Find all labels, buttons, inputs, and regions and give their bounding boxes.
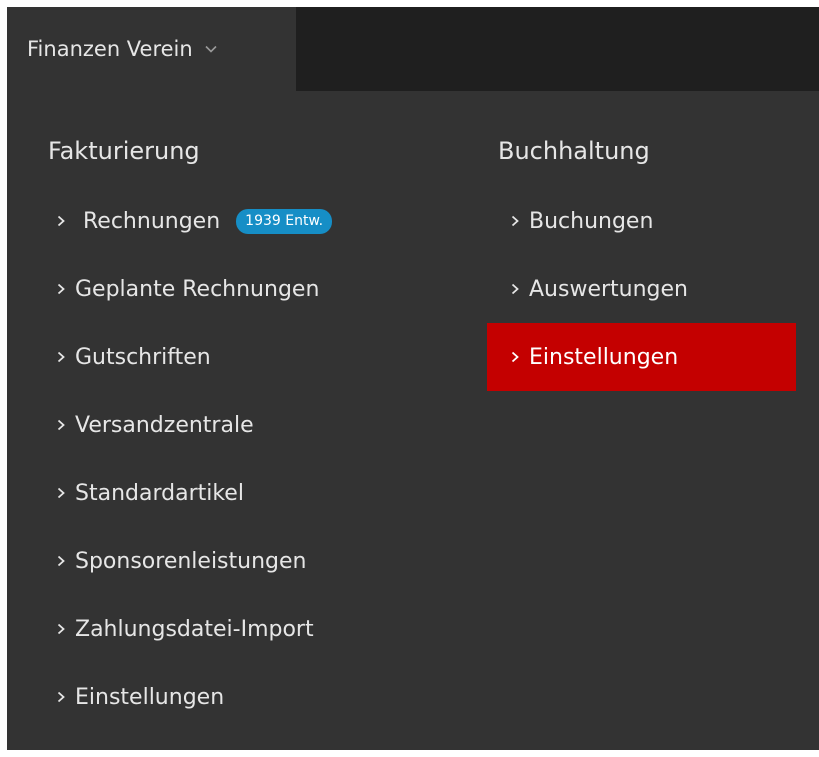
menu-item-einstellungen-fakturierung[interactable]: Einstellungen	[57, 663, 477, 731]
finanzen-verein-dropdown[interactable]: Finanzen Verein	[7, 7, 296, 91]
chevron-right-icon	[57, 351, 65, 363]
menu-item-auswertungen[interactable]: Auswertungen	[487, 255, 796, 323]
menu-item-gutschriften[interactable]: Gutschriften	[57, 323, 477, 391]
top-navigation-bar: Finanzen Verein	[7, 7, 819, 91]
menu-panel: Finanzen Verein Fakturierung Rechnungen …	[7, 7, 819, 750]
chevron-right-icon	[57, 487, 65, 499]
chevron-right-icon	[57, 283, 65, 295]
menu-item-label: Sponsorenleistungen	[75, 548, 307, 574]
chevron-down-icon	[205, 45, 217, 53]
menu-item-label: Zahlungsdatei-Import	[75, 616, 314, 642]
menu-item-sponsorenleistungen[interactable]: Sponsorenleistungen	[57, 527, 477, 595]
menu-item-label: Rechnungen	[83, 208, 221, 234]
buchhaltung-heading: Buchhaltung	[498, 137, 650, 165]
menu-item-label: Buchungen	[529, 208, 654, 234]
menu-item-label: Geplante Rechnungen	[75, 276, 320, 302]
chevron-right-icon	[511, 351, 519, 363]
menu-item-einstellungen-buchhaltung[interactable]: Einstellungen	[487, 323, 796, 391]
menu-item-rechnungen[interactable]: Rechnungen 1939 Entw.	[57, 187, 477, 255]
menu-item-buchungen[interactable]: Buchungen	[487, 187, 796, 255]
chevron-right-icon	[511, 215, 519, 227]
chevron-right-icon	[57, 215, 65, 227]
menu-item-label: Einstellungen	[529, 344, 679, 370]
chevron-right-icon	[511, 283, 519, 295]
menu-item-versandzentrale[interactable]: Versandzentrale	[57, 391, 477, 459]
menu-item-zahlungsdatei-import[interactable]: Zahlungsdatei-Import	[57, 595, 477, 663]
menu-item-standardartikel[interactable]: Standardartikel	[57, 459, 477, 527]
chevron-right-icon	[57, 419, 65, 431]
chevron-right-icon	[57, 691, 65, 703]
menu-item-label: Standardartikel	[75, 480, 244, 506]
menu-item-geplante-rechnungen[interactable]: Geplante Rechnungen	[57, 255, 477, 323]
chevron-right-icon	[57, 623, 65, 635]
menu-item-label: Auswertungen	[529, 276, 688, 302]
menu-item-label: Gutschriften	[75, 344, 211, 370]
menu-item-label: Einstellungen	[75, 684, 225, 710]
chevron-right-icon	[57, 555, 65, 567]
menu-item-label: Versandzentrale	[75, 412, 254, 438]
dropdown-title: Finanzen Verein	[27, 37, 193, 61]
fakturierung-heading: Fakturierung	[48, 137, 200, 165]
drafts-count-badge[interactable]: 1939 Entw.	[236, 208, 333, 234]
